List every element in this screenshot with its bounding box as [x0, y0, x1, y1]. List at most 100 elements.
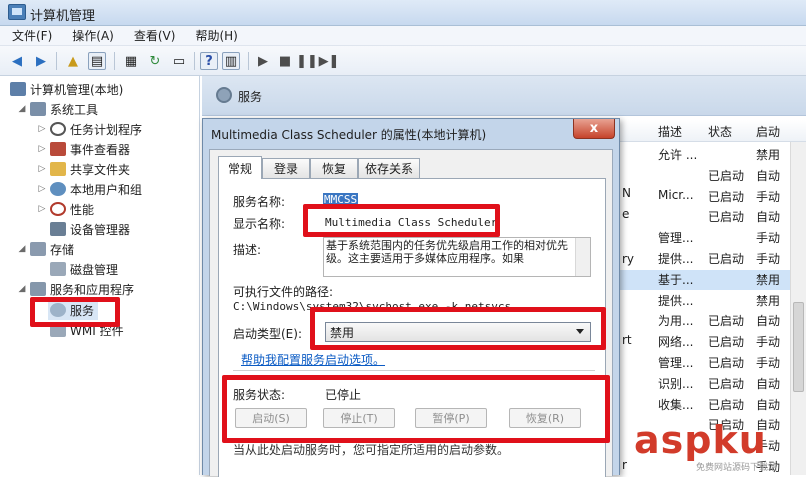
- menu-bar: 文件(F) 操作(A) 查看(V) 帮助(H): [0, 26, 806, 46]
- scroll-thumb[interactable]: [793, 302, 804, 392]
- computer-icon: [10, 82, 26, 96]
- gear-icon: [216, 87, 232, 103]
- show-tree-icon[interactable]: ▤: [88, 52, 106, 70]
- watermark-subtitle: 免费网站源码下载站: [696, 463, 778, 473]
- properties-dialog: Multimedia Class Scheduler 的属性(本地计算机) x …: [202, 118, 620, 477]
- pause-icon[interactable]: ❚❚: [296, 52, 318, 70]
- tree-node-shared-folders[interactable]: ▷ 共享文件夹: [36, 159, 130, 179]
- expand-arrow-icon[interactable]: ◢: [16, 244, 28, 254]
- table-cell: 网络...: [658, 335, 694, 350]
- service-status-value: 已停止: [325, 388, 362, 402]
- table-cell: 收集...: [658, 397, 694, 412]
- partial-cell: rt: [622, 333, 632, 347]
- pause-button[interactable]: 暂停(P): [415, 408, 487, 428]
- navigation-tree: 计算机管理(本地) ◢ 系统工具 ▷ 任务计划程序 ▷ 事件查看器 ▷ 共享文件…: [0, 76, 200, 475]
- menu-file[interactable]: 文件(F): [12, 27, 52, 44]
- table-cell: 自动: [756, 210, 781, 225]
- help-configure-link[interactable]: 帮助我配置服务启动选项。: [241, 351, 385, 368]
- table-cell: 手动: [756, 335, 781, 350]
- startup-type-label: 启动类型(E):: [233, 327, 302, 341]
- column-startup[interactable]: 启动: [756, 120, 780, 142]
- table-cell: 禁用: [756, 148, 781, 162]
- services-pane-title: 服务: [238, 90, 263, 104]
- column-description[interactable]: 描述: [658, 120, 682, 142]
- stop-icon[interactable]: ■: [276, 52, 294, 70]
- vertical-scrollbar[interactable]: [790, 142, 806, 475]
- tree-node-device-manager[interactable]: 设备管理器: [48, 219, 130, 239]
- device-manager-icon: [50, 222, 66, 236]
- menu-view[interactable]: 查看(V): [134, 27, 176, 44]
- tree-node-services[interactable]: 服务: [48, 300, 99, 320]
- tree-node-event-viewer[interactable]: ▷ 事件查看器: [36, 139, 130, 159]
- tree-node-task-scheduler[interactable]: ▷ 任务计划程序: [36, 119, 142, 139]
- tree-node-storage[interactable]: ◢ 存储: [16, 239, 74, 259]
- watermark-logo: aspku: [634, 418, 767, 462]
- collapse-arrow-icon[interactable]: ▷: [36, 204, 48, 214]
- description-scrollbar[interactable]: [575, 238, 590, 276]
- refresh-icon[interactable]: ↻: [146, 52, 164, 70]
- expand-arrow-icon[interactable]: ◢: [16, 284, 28, 294]
- table-cell: 已启动: [708, 189, 745, 204]
- action-pane-icon[interactable]: ▥: [222, 52, 240, 70]
- export-icon[interactable]: ▭: [170, 52, 188, 70]
- menu-help[interactable]: 帮助(H): [195, 27, 237, 44]
- collapse-arrow-icon[interactable]: ▷: [36, 124, 48, 134]
- tree-node-root[interactable]: 计算机管理(本地): [10, 79, 123, 99]
- table-cell: 自动: [756, 168, 781, 183]
- collapse-arrow-icon[interactable]: ▷: [36, 144, 48, 154]
- table-cell: 识别...: [658, 376, 694, 391]
- shared-folder-icon: [50, 162, 66, 176]
- up-folder-icon[interactable]: ▲: [64, 52, 82, 70]
- exe-path-value: C:\Windows\system32\svchost.exe -k netsv…: [233, 300, 512, 313]
- table-cell: Micr...: [658, 187, 694, 202]
- help-icon[interactable]: ?: [200, 52, 218, 70]
- table-cell: 已启动: [708, 397, 745, 412]
- column-status[interactable]: 状态: [708, 120, 732, 142]
- tree-node-services-apps[interactable]: ◢ 服务和应用程序: [16, 279, 134, 299]
- tree-node-performance[interactable]: ▷ 性能: [36, 199, 94, 219]
- tab-recovery[interactable]: 恢复: [310, 158, 358, 178]
- table-cell: 手动: [756, 189, 781, 204]
- collapse-arrow-icon[interactable]: ▷: [36, 164, 48, 174]
- divider: [233, 370, 595, 371]
- tab-general[interactable]: 常规: [218, 156, 262, 179]
- expand-arrow-icon[interactable]: ◢: [16, 104, 28, 114]
- table-cell: 已启动: [708, 356, 745, 370]
- partial-cell: ry: [622, 252, 635, 266]
- performance-icon: [50, 202, 66, 216]
- service-name-label: 服务名称:: [233, 195, 286, 209]
- table-cell: 允许 ...: [658, 148, 698, 162]
- display-name-value: Multimedia Class Scheduler: [325, 216, 498, 229]
- properties-icon[interactable]: ▦: [122, 52, 140, 70]
- service-name-value: MMCSS: [323, 193, 359, 206]
- close-button[interactable]: x: [573, 119, 615, 139]
- description-label: 描述:: [233, 243, 262, 257]
- tree-node-local-users[interactable]: ▷ 本地用户和组: [36, 179, 142, 199]
- dialog-body: 常规 登录 恢复 依存关系 服务名称: MMCSS 显示名称: Multimed…: [209, 149, 613, 477]
- collapse-arrow-icon[interactable]: ▷: [36, 184, 48, 194]
- table-cell: 管理...: [658, 231, 694, 246]
- table-cell: 已启动: [708, 335, 745, 350]
- startup-type-dropdown[interactable]: 禁用: [325, 322, 591, 342]
- description-textbox[interactable]: 基于系统范围内的任务优先级启用工作的相对优先级。这主要适用于多媒体应用程序。如果: [323, 237, 591, 277]
- dialog-title: Multimedia Class Scheduler 的属性(本地计算机): [211, 128, 487, 142]
- stop-button[interactable]: 停止(T): [323, 408, 395, 428]
- play-icon[interactable]: ▶: [254, 52, 272, 70]
- tab-dependencies[interactable]: 依存关系: [358, 158, 420, 178]
- table-cell: 提供...: [658, 252, 694, 266]
- menu-action[interactable]: 操作(A): [72, 27, 114, 44]
- back-arrow-icon[interactable]: ◀: [8, 52, 26, 70]
- tab-logon[interactable]: 登录: [262, 158, 310, 178]
- tree-node-system-tools[interactable]: ◢ 系统工具: [16, 99, 98, 119]
- start-button[interactable]: 启动(S): [235, 408, 307, 428]
- table-cell: 已启动: [708, 314, 745, 329]
- event-log-icon: [50, 142, 66, 156]
- table-cell: 手动: [756, 356, 781, 370]
- tree-node-wmi[interactable]: WMI 控件: [48, 320, 124, 340]
- tree-node-disk-management[interactable]: 磁盘管理: [48, 259, 118, 279]
- resume-button[interactable]: 恢复(R): [509, 408, 581, 428]
- table-cell: 自动: [756, 314, 781, 329]
- restart-icon[interactable]: ▶❚: [319, 52, 340, 70]
- table-cell: 已启动: [708, 210, 745, 225]
- forward-arrow-icon[interactable]: ▶: [32, 52, 50, 70]
